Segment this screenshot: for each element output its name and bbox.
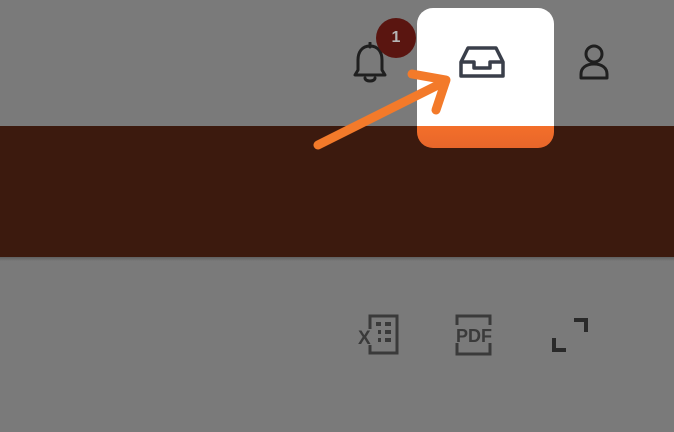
pdf-label: PDF [456,326,492,346]
export-pdf-button[interactable]: PDF [452,313,496,357]
excel-export-icon: X [358,314,399,355]
pointer-arrow-icon [313,69,451,150]
notification-badge: 1 [376,18,416,58]
excel-x-label: X [358,328,371,349]
user-icon[interactable] [578,44,610,80]
export-excel-button[interactable]: X [356,314,402,356]
expand-icon[interactable] [552,318,588,352]
pdf-export-icon: PDF [453,314,495,356]
